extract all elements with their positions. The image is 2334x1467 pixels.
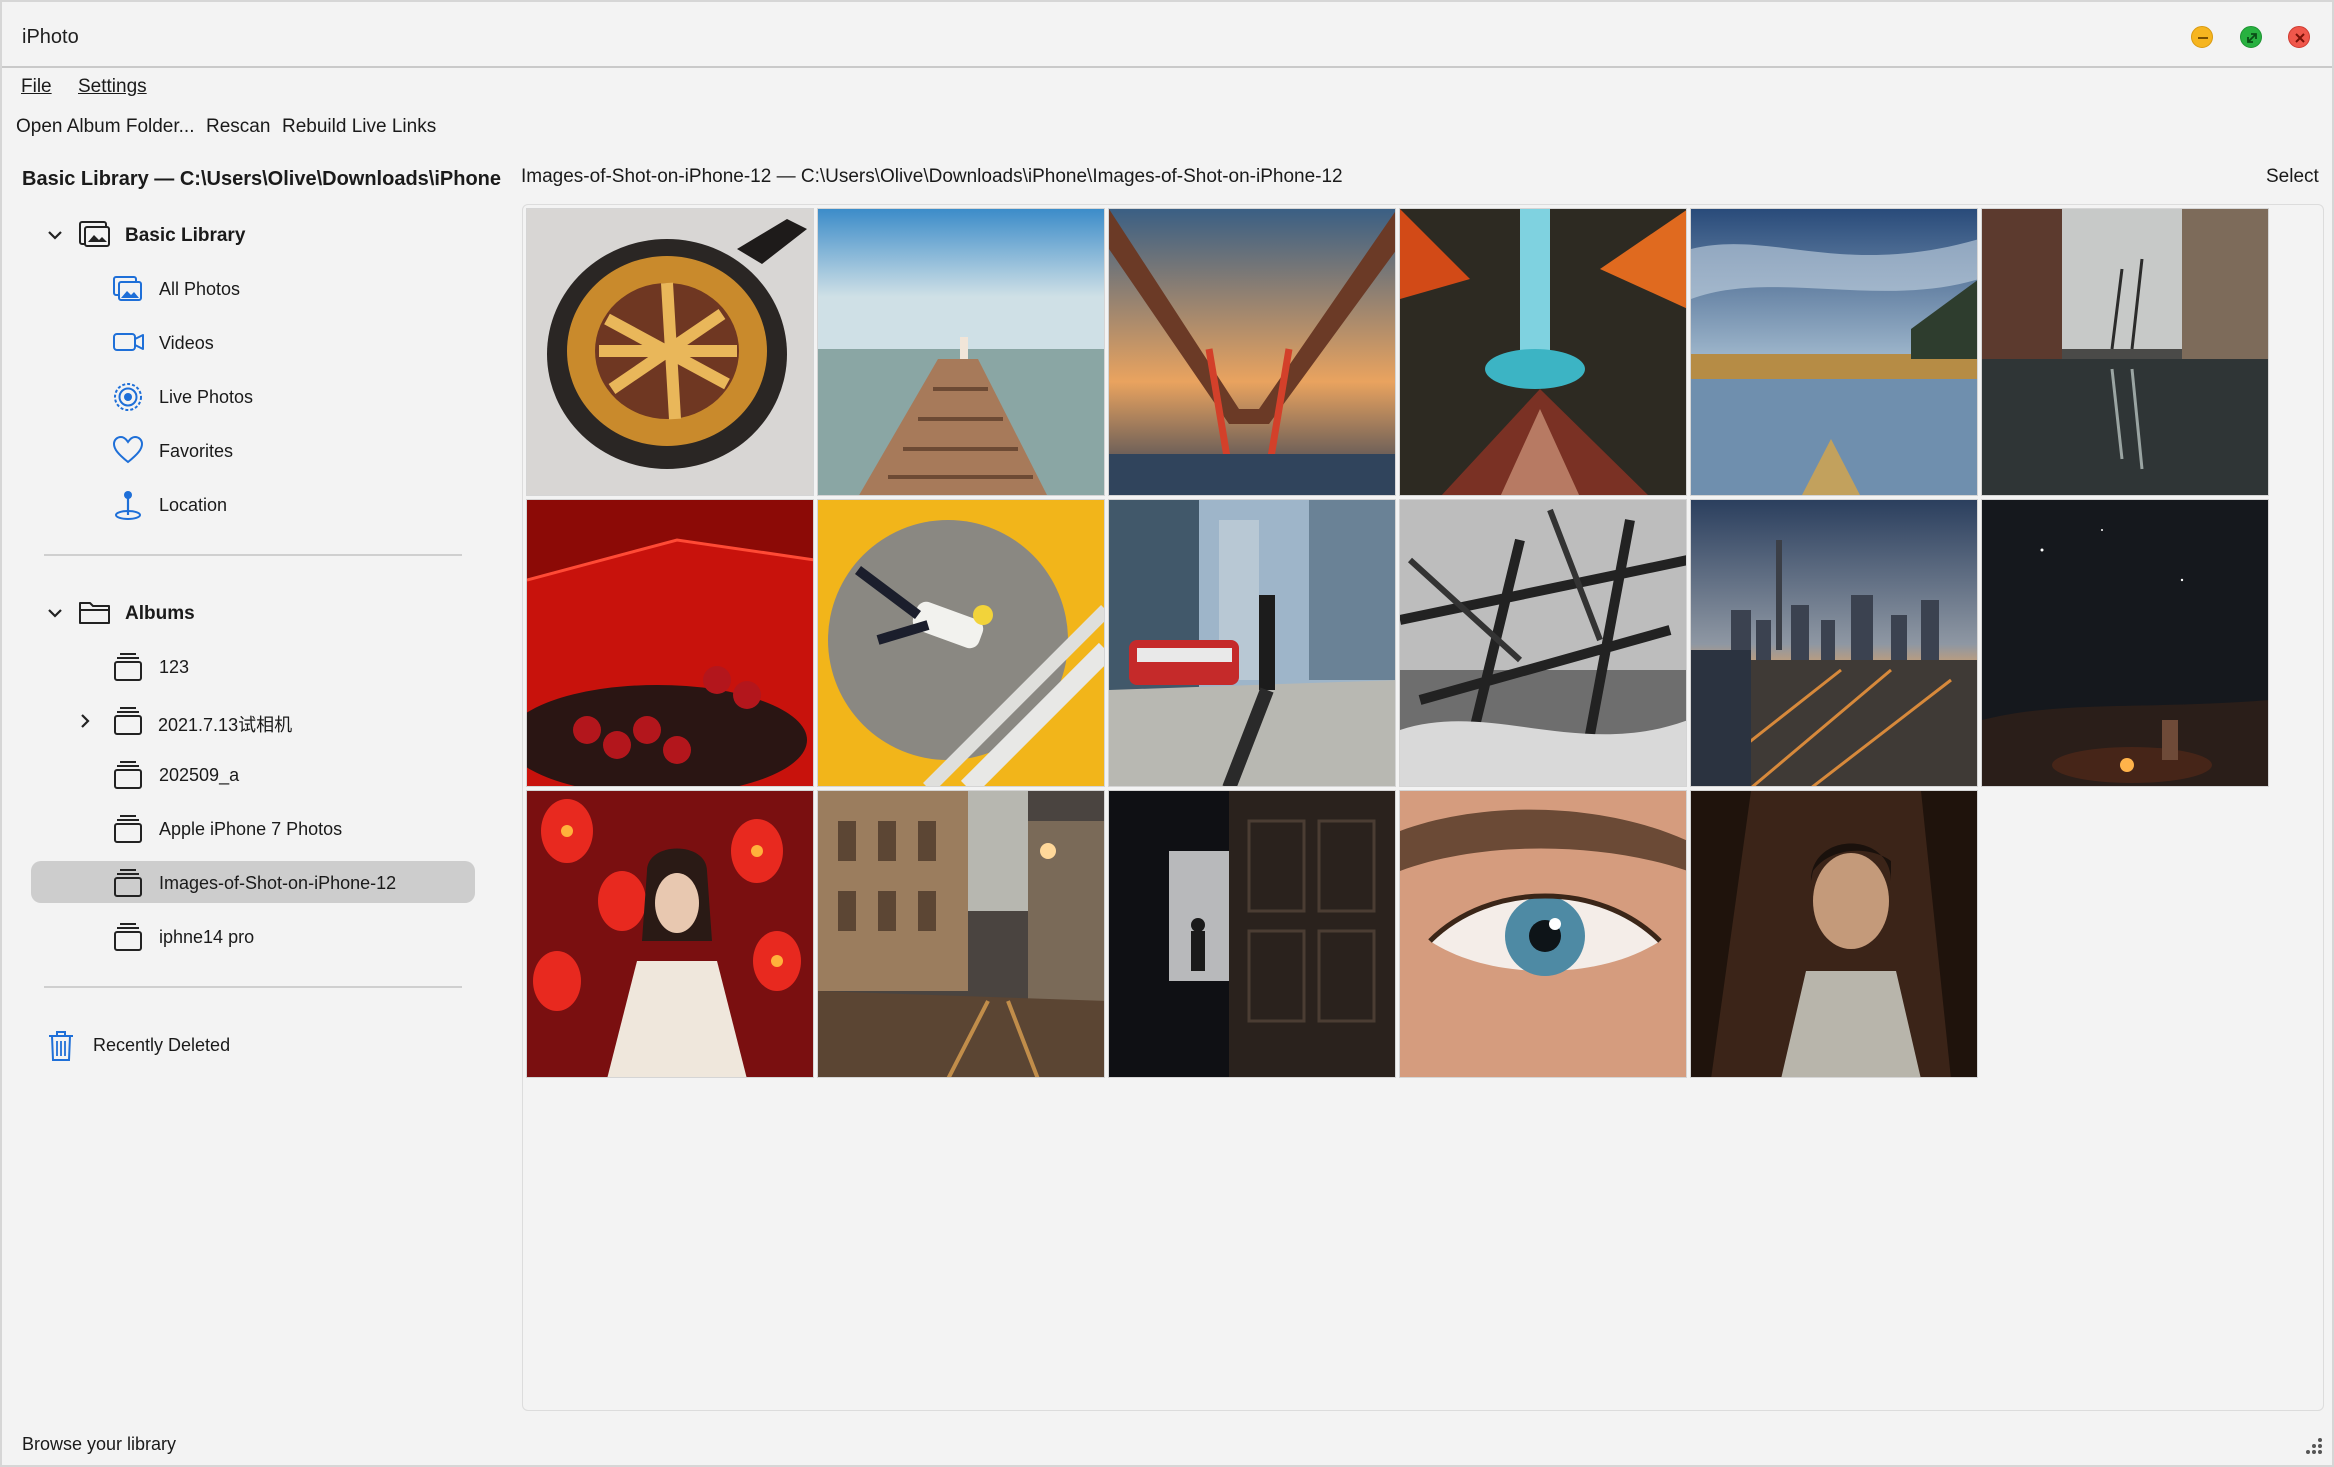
sidebar-item-albums[interactable]: Albums (42, 592, 482, 634)
album-path-header: Images-of-Shot-on-iPhone-12 — C:\Users\O… (521, 166, 1343, 187)
select-button[interactable]: Select (2266, 166, 2319, 188)
sidebar-item-location[interactable]: Location (102, 484, 482, 526)
minimize-button[interactable] (2191, 26, 2213, 48)
maximize-button[interactable] (2240, 26, 2262, 48)
sidebar-item-label: Videos (159, 333, 214, 353)
sidebar-item-all-photos[interactable]: All Photos (102, 268, 482, 310)
sidebar: Basic Library — C:\Users\Olive\Downloads… (2, 152, 502, 1412)
sidebar-item-label: All Photos (159, 279, 241, 299)
photos-icon (113, 276, 142, 301)
pier-photo[interactable] (817, 208, 1105, 496)
resize-grip-icon[interactable] (2302, 1436, 2324, 1458)
waterfall-photo[interactable] (1399, 208, 1687, 496)
red-tent-photo[interactable] (526, 499, 814, 787)
album-label: 2021.7.13试相机 (158, 715, 293, 735)
trash-icon (49, 1031, 73, 1061)
menu-file[interactable]: File (21, 76, 52, 98)
dubai-skyline-photo[interactable] (1690, 499, 1978, 787)
heart-icon (112, 435, 144, 464)
chevron-down-icon[interactable] (46, 604, 64, 622)
app-window: iPhoto File Settings Open Album Folder..… (0, 0, 2334, 1467)
bridge-photo[interactable] (1108, 208, 1396, 496)
album-item-202509-a[interactable]: 202509_a (102, 754, 482, 796)
sidebar-divider (44, 554, 462, 556)
album-item-images-of-shot-on-iphone-12[interactable]: Images-of-Shot-on-iPhone-12 (102, 862, 472, 904)
status-text: Browse your library (22, 1434, 177, 1454)
album-label: 123 (159, 657, 190, 677)
dark-doorway-photo[interactable] (1108, 790, 1396, 1078)
album-item-2021-7-13[interactable]: 2021.7.13试相机 (72, 700, 482, 742)
window-title: iPhoto (22, 26, 79, 48)
menu-settings[interactable]: Settings (78, 76, 147, 98)
lake-photo[interactable] (1690, 208, 1978, 496)
close-icon (2295, 33, 2305, 43)
bw-branches-photo[interactable] (1399, 499, 1687, 787)
sidebar-item-basic-library[interactable]: Basic Library (42, 214, 482, 256)
sidebar-item-label: Albums (125, 603, 195, 624)
album-label: Apple iPhone 7 Photos (159, 819, 343, 839)
location-pin-icon (115, 491, 141, 520)
rebuild-live-links-button[interactable]: Rebuild Live Links (282, 116, 436, 138)
folder-icon (79, 602, 110, 624)
album-stack-icon (114, 923, 142, 951)
live-photo-icon (114, 383, 142, 411)
album-label: Images-of-Shot-on-iPhone-12 (159, 873, 397, 893)
sidebar-item-favorites[interactable]: Favorites (102, 430, 482, 472)
library-icon (79, 221, 110, 247)
eye-closeup-photo[interactable] (1399, 790, 1687, 1078)
tram-city-photo[interactable] (1108, 499, 1396, 787)
album-item-123[interactable]: 123 (102, 646, 482, 688)
sidebar-divider (44, 986, 462, 988)
person-on-yellow-photo[interactable] (817, 499, 1105, 787)
night-campfire-photo[interactable] (1981, 499, 2269, 787)
video-icon (113, 333, 144, 351)
sidebar-item-label: Favorites (159, 441, 234, 461)
rescan-button[interactable]: Rescan (206, 116, 270, 138)
shadow-portrait-photo[interactable] (1690, 790, 1978, 1078)
photo-grid (522, 204, 2324, 1411)
sidebar-item-live-photos[interactable]: Live Photos (102, 376, 482, 418)
album-stack-icon (114, 869, 142, 897)
sidebar-item-label: Location (159, 495, 228, 515)
album-label: 202509_a (159, 765, 240, 785)
lanterns-portrait-photo[interactable] (526, 790, 814, 1078)
open-album-folder-button[interactable]: Open Album Folder... (16, 116, 195, 138)
album-stack-icon (114, 761, 142, 789)
maximize-icon (2247, 33, 2257, 43)
album-stack-icon (114, 815, 142, 843)
old-street-photo[interactable] (817, 790, 1105, 1078)
title-bar: iPhoto (2, 2, 2332, 68)
pie-photo[interactable] (526, 208, 814, 496)
album-item-iphne14-pro[interactable]: iphne14 pro (102, 916, 482, 958)
library-path-header: Basic Library — C:\Users\Olive\Downloads… (22, 168, 502, 190)
sidebar-item-label: Basic Library (125, 225, 246, 246)
sidebar-item-label: Live Photos (159, 387, 254, 407)
close-button[interactable] (2288, 26, 2310, 48)
album-item-apple-iphone-7-photos[interactable]: Apple iPhone 7 Photos (102, 808, 482, 850)
album-stack-icon (114, 707, 142, 735)
chevron-down-icon[interactable] (46, 226, 64, 244)
minimize-icon (2198, 37, 2208, 39)
chevron-right-icon[interactable] (77, 712, 93, 730)
sidebar-item-recently-deleted[interactable]: Recently Deleted (42, 1024, 482, 1066)
album-stack-icon (114, 653, 142, 681)
street-reflection-photo[interactable] (1981, 208, 2269, 496)
album-label: iphne14 pro (159, 927, 255, 947)
sidebar-item-videos[interactable]: Videos (102, 322, 482, 364)
sidebar-item-label: Recently Deleted (93, 1035, 231, 1055)
